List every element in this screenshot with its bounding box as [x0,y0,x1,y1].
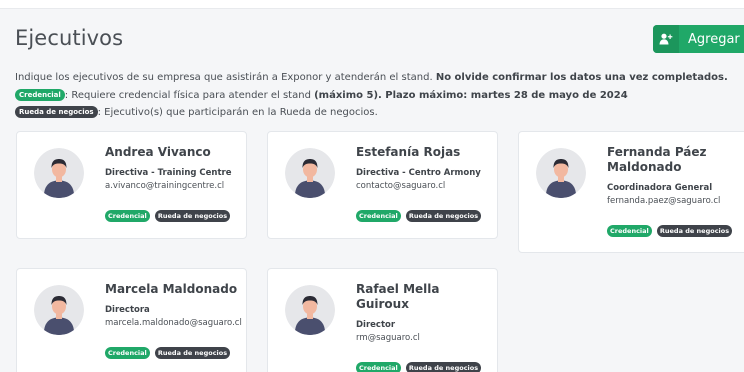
badge-credencial: Credencial [356,210,401,222]
executive-role: Director [356,320,396,330]
info-line-2: Credencial: Requiere credencial física p… [15,89,628,101]
add-executive-button[interactable]: Agregar [653,25,744,53]
executive-name: Rafael Mella Guiroux [356,282,440,311]
executive-email: a.vivanco@trainingcentre.cl [105,181,225,191]
executive-card[interactable]: Estefanía Rojas Directiva - Centro Armon… [267,131,498,239]
add-button-label: Agregar [688,31,740,47]
badge-credencial: Credencial [105,210,150,222]
info-line-1: Indique los ejecutivos de su empresa que… [15,72,728,83]
executive-role: Directiva - Training Centre [105,168,232,178]
info-line-3: Rueda de negocios: Ejecutivo(s) que part… [15,106,378,118]
badge-rueda-de-negocios: Rueda de negocios [405,362,482,372]
badge-rueda-de-negocios: Rueda de negocios [405,210,482,222]
badge-rueda-de-negocios: Rueda de negocios [656,225,733,237]
executive-email: fernanda.paez@saguaro.cl [607,196,721,206]
top-bar [0,0,744,9]
executive-card[interactable]: Marcela Maldonado Directora marcela.mald… [16,268,247,372]
page-title: Ejecutivos [15,26,124,50]
executive-role: Directiva - Centro Armony [356,168,481,178]
badge-rueda-de-negocios: Rueda de negocios [154,347,231,359]
executive-card[interactable]: Andrea Vivanco Directiva - Training Cent… [16,131,247,239]
person-avatar-icon [34,148,84,198]
badge-credencial: Credencial [105,347,150,359]
person-avatar-icon [285,148,335,198]
executive-name: Andrea Vivanco [105,145,211,159]
executive-card[interactable]: Fernanda Páez Maldonado Coordinadora Gen… [518,131,744,253]
executive-email: contacto@saguaro.cl [356,181,446,191]
add-user-icon [653,25,679,53]
executive-role: Directora [105,305,150,315]
badge-credencial: Credencial [356,362,401,372]
badge-rueda-de-negocios: Rueda de negocios [154,210,231,222]
legend-badge-credencial: Credencial [15,89,65,101]
executive-email: rm@saguaro.cl [356,333,420,343]
executive-name: Marcela Maldonado [105,282,238,296]
executive-card[interactable]: Rafael Mella Guiroux Director rm@saguaro… [267,268,498,372]
badge-credencial: Credencial [607,225,652,237]
executive-role: Coordinadora General [607,183,713,193]
person-avatar-icon [536,148,586,198]
person-avatar-icon [285,285,335,335]
legend-badge-rueda: Rueda de negocios [15,106,98,118]
executive-name: Estefanía Rojas [356,145,461,159]
executive-name: Fernanda Páez Maldonado [607,145,707,174]
person-avatar-icon [34,285,84,335]
executive-email: marcela.maldonado@saguaro.cl [105,318,242,328]
